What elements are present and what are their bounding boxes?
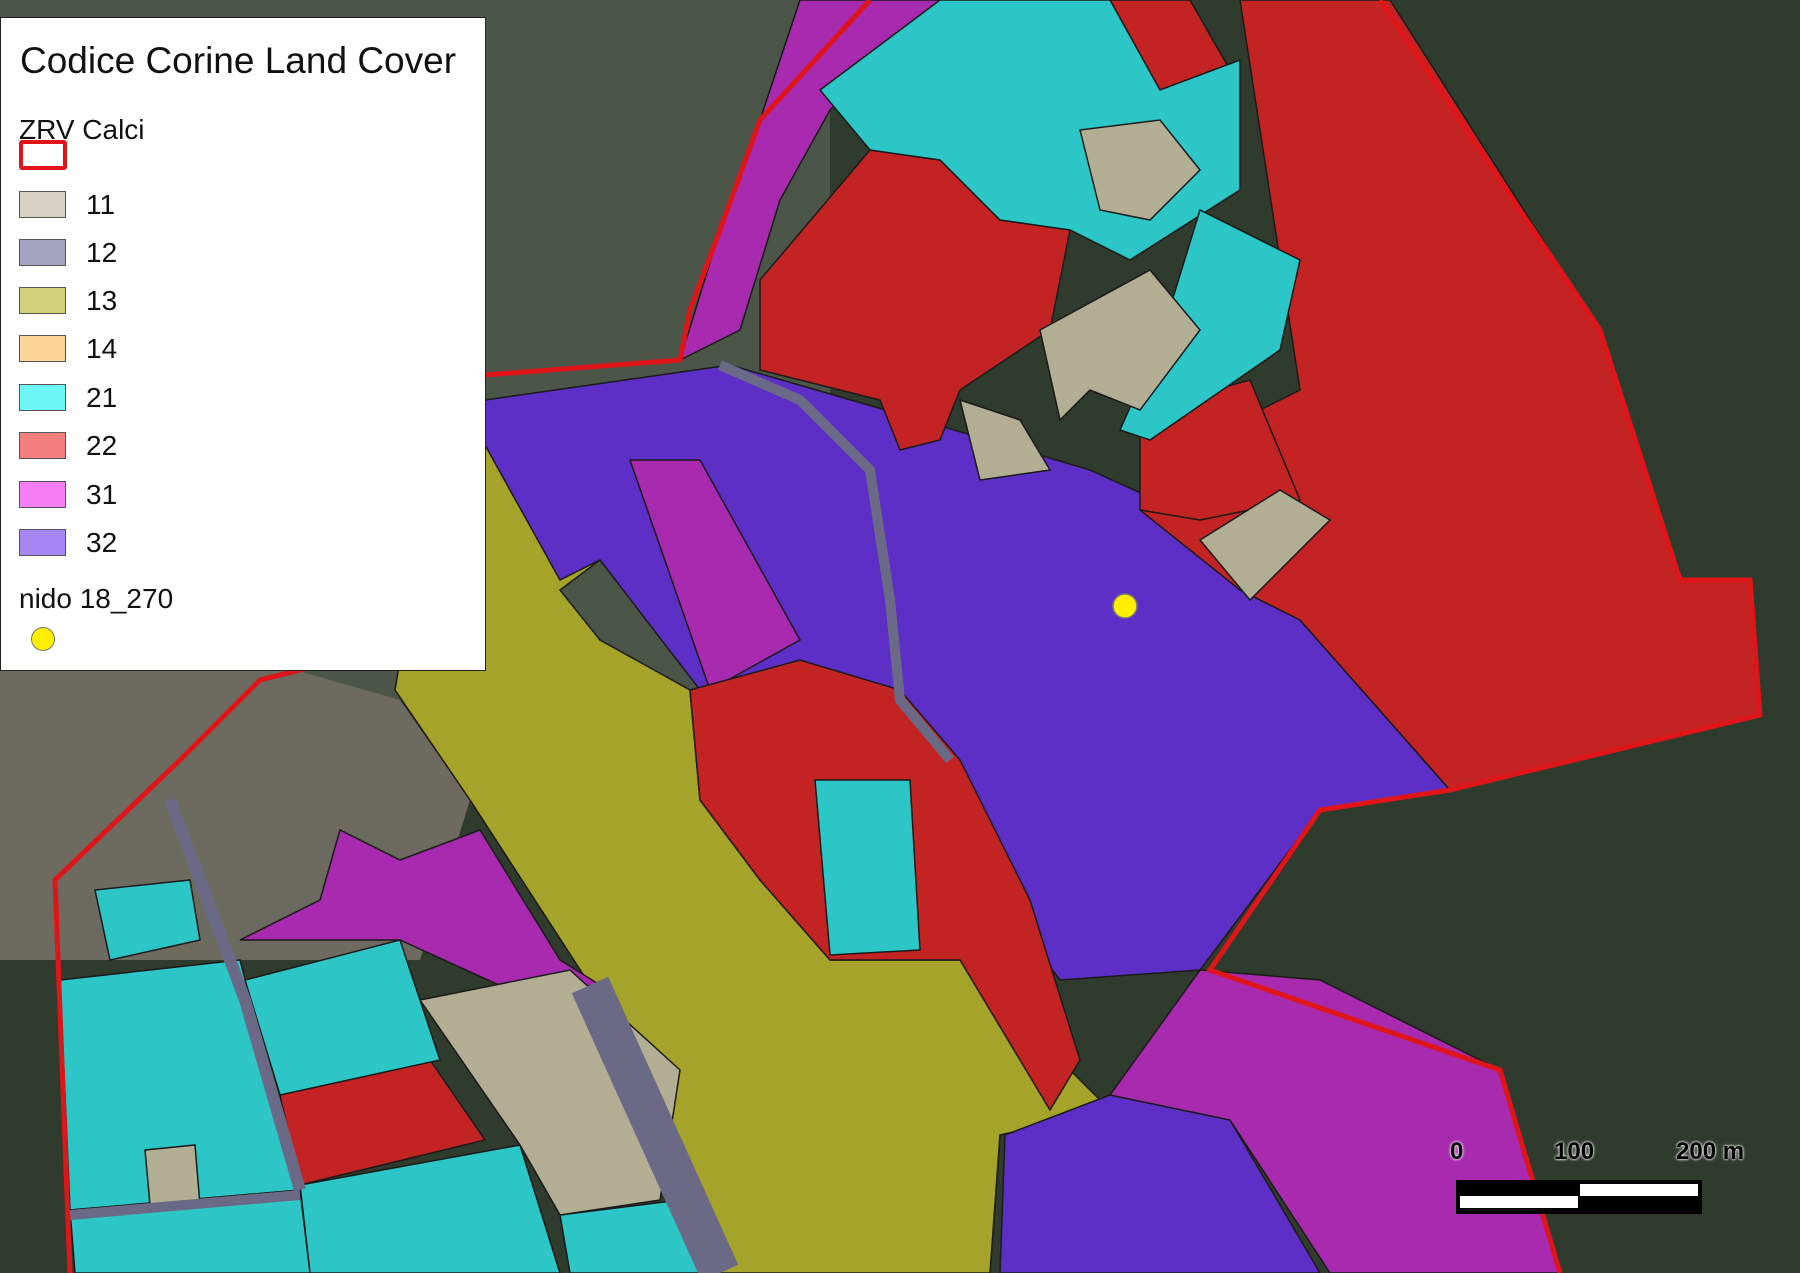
legend-label: 12 [86, 237, 118, 268]
land-cover-21-polygon [814, 779, 921, 956]
class-swatch [19, 239, 66, 266]
legend-label: 21 [86, 382, 118, 413]
legend-label: 32 [86, 527, 118, 558]
scale-label-0: 0 [1450, 1138, 1464, 1165]
legend-title: Codice Corine Land Cover [20, 40, 457, 81]
class-swatch [19, 481, 66, 508]
scale-label-200: 200 m [1676, 1138, 1745, 1165]
scale-bar: 0 100 200 m [1450, 1138, 1750, 1218]
legend-label: 13 [86, 285, 118, 316]
scale-bar-segment [1580, 1184, 1698, 1196]
map-legend: Codice Corine Land Cover ZRV Calci 11 12… [0, 17, 486, 671]
legend-label: 22 [86, 430, 118, 461]
nest-18-270-marker[interactable] [1112, 593, 1138, 619]
class-swatch [19, 384, 66, 411]
legend-label: 11 [86, 189, 116, 220]
land-cover-11-polygon [144, 1144, 201, 1206]
scale-label-100: 100 [1554, 1138, 1595, 1165]
class-swatch [19, 287, 66, 314]
class-swatch [19, 191, 66, 218]
legend-nest-group: nido 18_270 [19, 583, 174, 614]
class-swatch [19, 335, 66, 362]
legend-label: 14 [86, 333, 118, 364]
nest-swatch [31, 627, 55, 651]
scale-bar-segment [1460, 1196, 1578, 1208]
legend-label: 31 [86, 479, 118, 510]
class-swatch [19, 432, 66, 459]
boundary-swatch [19, 140, 67, 170]
class-swatch [19, 529, 66, 556]
